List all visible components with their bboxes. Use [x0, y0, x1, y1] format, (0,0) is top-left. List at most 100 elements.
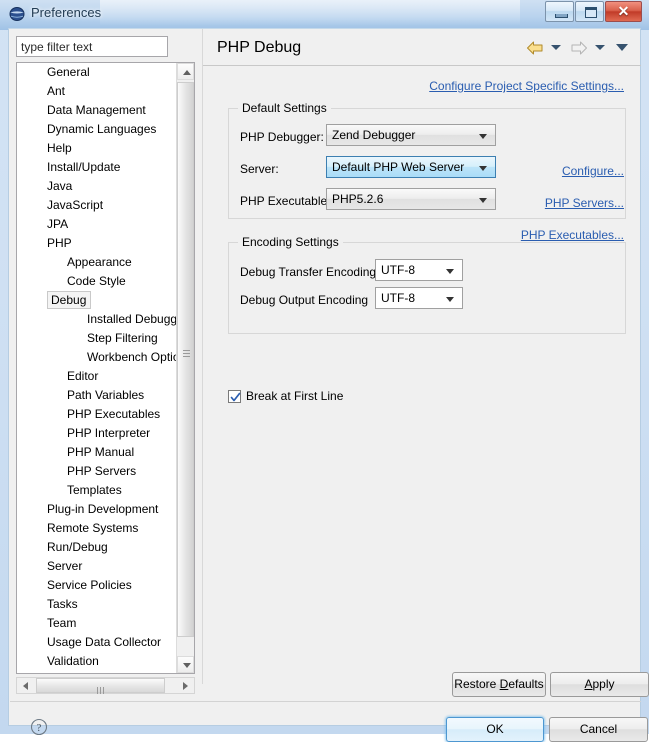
php-debugger-combo[interactable]: Zend Debugger [326, 124, 496, 146]
window-title: Preferences [31, 5, 102, 20]
apply-button[interactable]: Apply [550, 672, 649, 697]
eclipse-globe-icon [9, 6, 25, 22]
tree-item[interactable]: Validation [17, 652, 178, 671]
scroll-grip-icon [183, 350, 190, 358]
title-bar: Preferences ✕ [0, 0, 649, 28]
restore-defaults-label-pre: Restore [454, 677, 500, 691]
tree-item[interactable]: Server [17, 557, 178, 576]
maximize-icon [585, 7, 597, 18]
tree-item[interactable]: Editor [17, 367, 178, 386]
configure-project-specific-settings-link[interactable]: Configure Project Specific Settings... [429, 79, 624, 93]
break-at-first-line-checkbox[interactable] [228, 390, 241, 403]
encoding-settings-group-title: Encoding Settings [238, 235, 343, 249]
minimize-icon [555, 14, 568, 18]
maximize-button[interactable] [575, 1, 604, 22]
php-executable-value: PHP5.2.6 [332, 192, 384, 206]
tree-item[interactable]: JavaScript [17, 196, 178, 215]
debug-transfer-encoding-value: UTF-8 [381, 263, 415, 277]
server-combo[interactable]: Default PHP Web Server [326, 156, 496, 178]
php-executable-combo[interactable]: PHP5.2.6 [326, 188, 496, 210]
help-question-icon[interactable]: ? [30, 718, 48, 736]
server-value: Default PHP Web Server [332, 160, 465, 174]
tree-item[interactable]: PHP Interpreter [17, 424, 178, 443]
filter-input[interactable]: type filter text [16, 36, 168, 57]
chevron-left-icon [23, 682, 28, 690]
bottom-separator [10, 701, 641, 702]
minimize-button[interactable] [545, 1, 574, 22]
chevron-down-icon [479, 198, 487, 203]
tree-item[interactable]: Ant [17, 82, 178, 101]
tree-item[interactable]: Code Style [17, 272, 178, 291]
chevron-right-icon [183, 682, 188, 690]
back-history-dropdown-icon[interactable] [551, 45, 561, 50]
horizontal-scroll-thumb[interactable] [36, 678, 165, 694]
tree-item[interactable]: Web [17, 671, 178, 673]
debug-output-encoding-combo[interactable]: UTF-8 [375, 287, 463, 309]
vertical-scroll-thumb[interactable] [177, 82, 194, 637]
tree-item[interactable]: Plug-in Development [17, 500, 178, 519]
chevron-up-icon [183, 70, 191, 75]
tree-item[interactable]: Remote Systems [17, 519, 178, 538]
apply-label-post: pply [592, 677, 615, 691]
configure-link[interactable]: Configure... [562, 164, 624, 178]
tree-horizontal-scrollbar[interactable] [16, 677, 195, 694]
close-icon: ✕ [617, 3, 630, 19]
preferences-tree[interactable]: General Ant Data Management Dynamic Languag… [16, 62, 195, 674]
tree-item[interactable]: Installed Debugge [17, 310, 178, 329]
close-button[interactable]: ✕ [605, 1, 642, 22]
tree-item[interactable]: PHP [17, 234, 178, 253]
forward-arrow-icon [570, 40, 588, 56]
tree-item[interactable]: Data Management [17, 101, 178, 120]
checkmark-icon [230, 392, 241, 402]
restore-defaults-button[interactable]: Restore Defaults [452, 672, 546, 697]
php-executables-link[interactable]: PHP Executables... [521, 228, 624, 242]
settings-panel: PHP Debug Configure Project Specific Set… [202, 29, 641, 684]
ok-button[interactable]: OK [446, 717, 544, 742]
chevron-down-icon [479, 166, 487, 171]
tree-item[interactable]: Run/Debug [17, 538, 178, 557]
tree-item[interactable]: Step Filtering [17, 329, 178, 348]
forward-history-dropdown-icon[interactable] [595, 45, 605, 50]
tree-item[interactable]: Usage Data Collector [17, 633, 178, 652]
scroll-up-button[interactable] [177, 63, 194, 80]
back-arrow-icon[interactable] [526, 40, 544, 56]
tree-item[interactable]: PHP Servers [17, 462, 178, 481]
scroll-down-button[interactable] [177, 656, 194, 673]
debug-output-encoding-value: UTF-8 [381, 291, 415, 305]
tree-item[interactable]: Templates [17, 481, 178, 500]
apply-mnemonic: A [584, 677, 593, 691]
php-servers-link[interactable]: PHP Servers... [545, 196, 624, 210]
debug-transfer-encoding-combo[interactable]: UTF-8 [375, 259, 463, 281]
view-menu-chevron-down-icon[interactable] [616, 44, 628, 51]
default-settings-group-title: Default Settings [238, 101, 331, 115]
tree-item[interactable]: Tasks [17, 595, 178, 614]
tree-item[interactable]: Path Variables [17, 386, 178, 405]
cancel-button[interactable]: Cancel [549, 717, 648, 742]
tree-item[interactable]: Workbench Optio [17, 348, 178, 367]
tree-item[interactable]: Service Policies [17, 576, 178, 595]
tree-item[interactable]: Team [17, 614, 178, 633]
tree-item-label-selected: Debug [47, 291, 92, 309]
php-debugger-label: PHP Debugger: [240, 130, 324, 144]
tree-item[interactable]: Dynamic Languages [17, 120, 178, 139]
tree-item[interactable]: Debug [17, 291, 178, 310]
tree-item[interactable]: Appearance [17, 253, 178, 272]
tree-item[interactable]: PHP Manual [17, 443, 178, 462]
tree-item[interactable]: Install/Update [17, 158, 178, 177]
scroll-right-button[interactable] [177, 678, 194, 693]
tree-item[interactable]: JPA [17, 215, 178, 234]
tree-item[interactable]: PHP Executables [17, 405, 178, 424]
tree-item[interactable]: General [17, 63, 178, 82]
php-executable-label: PHP Executable: [240, 194, 331, 208]
dialog-client-area: type filter text General Ant Data Manageme… [8, 28, 649, 742]
svg-text:?: ? [37, 722, 42, 734]
chevron-down-icon [446, 269, 454, 274]
tree-item[interactable]: Java [17, 177, 178, 196]
scroll-left-button[interactable] [17, 678, 34, 693]
tree-vertical-scrollbar[interactable] [176, 63, 194, 673]
debug-output-encoding-label: Debug Output Encoding [240, 293, 369, 307]
tree-item[interactable]: Help [17, 139, 178, 158]
break-at-first-line-label: Break at First Line [246, 389, 344, 403]
debug-transfer-encoding-label: Debug Transfer Encoding [240, 265, 377, 279]
restore-defaults-label-post: efaults [508, 677, 544, 691]
